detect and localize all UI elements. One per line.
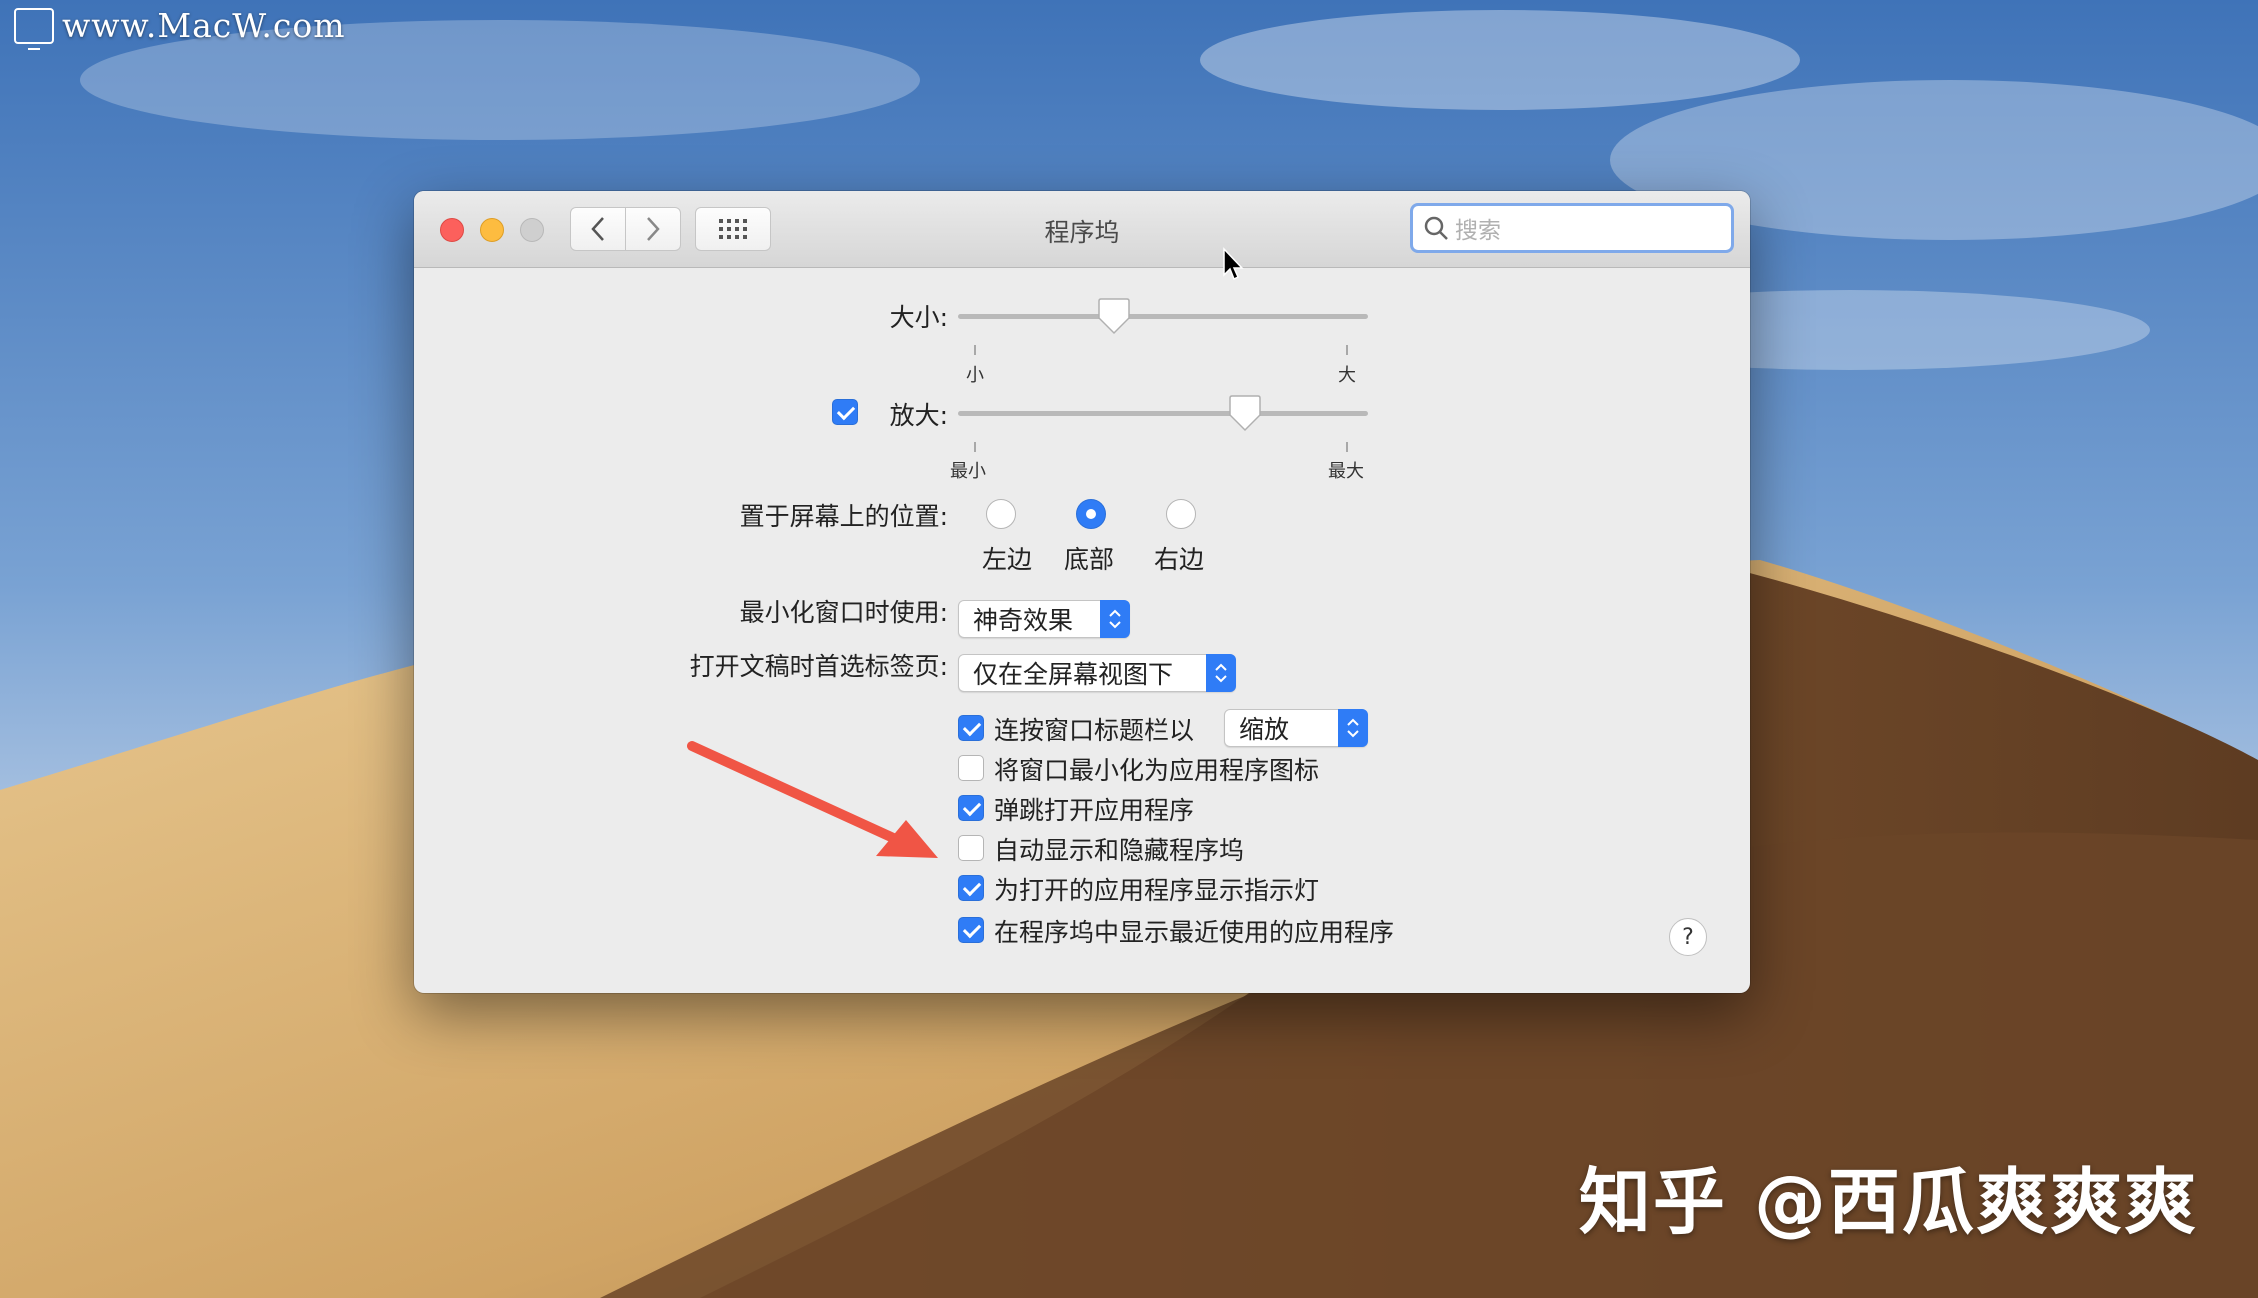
size-max-tick: [1346, 345, 1348, 355]
double-click-action-value: 缩放: [1239, 715, 1290, 744]
search-icon: [1424, 216, 1448, 240]
magnification-min-tick: [974, 442, 976, 452]
size-slider-track: [958, 314, 1368, 319]
dock-preferences-window: 程序坞 搜索 大小: 小 大 放大: 最小 最大 置于屏幕上的位置: 左边 底部…: [414, 191, 1750, 993]
magnification-max-tick: [1346, 442, 1348, 452]
double-click-label: 连按窗口标题栏以: [994, 716, 1195, 745]
magnification-slider-thumb[interactable]: [1228, 395, 1262, 433]
position-right-radio[interactable]: [1166, 499, 1196, 529]
macw-logo-icon: [14, 7, 54, 50]
popup-arrows-icon: [1338, 709, 1368, 747]
popup-arrows-icon: [1206, 654, 1236, 692]
magnification-max-label: 最大: [1328, 461, 1364, 482]
watermark-site: www.MacW.com: [14, 6, 346, 50]
minimize-into-icon-checkbox[interactable]: [958, 755, 984, 781]
show-indicators-checkbox[interactable]: [958, 875, 984, 901]
autohide-label: 自动显示和隐藏程序坞: [994, 836, 1245, 865]
watermark-site-text: www.MacW.com: [62, 6, 346, 45]
cursor-icon: [1223, 247, 1244, 281]
magnification-label: 放大:: [889, 401, 948, 430]
size-slider-thumb[interactable]: [1097, 298, 1131, 336]
show-indicators-label: 为打开的应用程序显示指示灯: [994, 876, 1320, 905]
size-min-label: 小: [966, 365, 984, 386]
search-field[interactable]: 搜索: [1410, 203, 1734, 253]
position-left-label: 左边: [982, 545, 1033, 574]
minimize-effect-label: 最小化窗口时使用:: [739, 598, 948, 627]
position-left-radio[interactable]: [986, 499, 1016, 529]
show-recent-label: 在程序坞中显示最近使用的应用程序: [994, 918, 1395, 947]
double-click-checkbox[interactable]: [958, 715, 984, 741]
position-right-label: 右边: [1154, 545, 1205, 574]
magnification-checkbox[interactable]: [832, 399, 858, 425]
prefer-tabs-value: 仅在全屏幕视图下: [973, 660, 1174, 689]
arrow-annotation-icon: [687, 741, 938, 858]
search-placeholder: 搜索: [1455, 218, 1501, 244]
size-max-label: 大: [1338, 365, 1356, 386]
minimize-effect-popup[interactable]: 神奇效果: [958, 600, 1130, 638]
minimize-effect-value: 神奇效果: [973, 606, 1074, 635]
position-bottom-radio[interactable]: [1076, 499, 1106, 529]
magnification-slider-track: [958, 411, 1368, 416]
prefer-tabs-popup[interactable]: 仅在全屏幕视图下: [958, 654, 1236, 692]
position-bottom-label: 底部: [1064, 545, 1115, 574]
minimize-into-icon-label: 将窗口最小化为应用程序图标: [994, 756, 1320, 785]
position-label: 置于屏幕上的位置:: [739, 502, 948, 531]
help-button[interactable]: ?: [1669, 918, 1707, 956]
size-min-tick: [974, 345, 976, 355]
animate-opening-checkbox[interactable]: [958, 795, 984, 821]
magnification-slider[interactable]: [958, 395, 1368, 435]
titlebar: 程序坞 搜索: [414, 191, 1750, 268]
size-label: 大小:: [889, 303, 948, 332]
preferences-content: 大小: 小 大 放大: 最小 最大 置于屏幕上的位置: 左边 底部 右边 最小化…: [414, 268, 1750, 993]
popup-arrows-icon: [1100, 600, 1130, 638]
animate-opening-label: 弹跳打开应用程序: [994, 796, 1195, 825]
size-slider[interactable]: [958, 298, 1368, 338]
magnification-min-label: 最小: [950, 461, 986, 482]
show-recent-checkbox[interactable]: [958, 917, 984, 943]
watermark-author: 知乎 @西瓜爽爽爽: [1578, 1160, 2198, 1244]
double-click-action-popup[interactable]: 缩放: [1224, 709, 1368, 747]
autohide-checkbox[interactable]: [958, 835, 984, 861]
prefer-tabs-label: 打开文稿时首选标签页:: [689, 652, 948, 681]
